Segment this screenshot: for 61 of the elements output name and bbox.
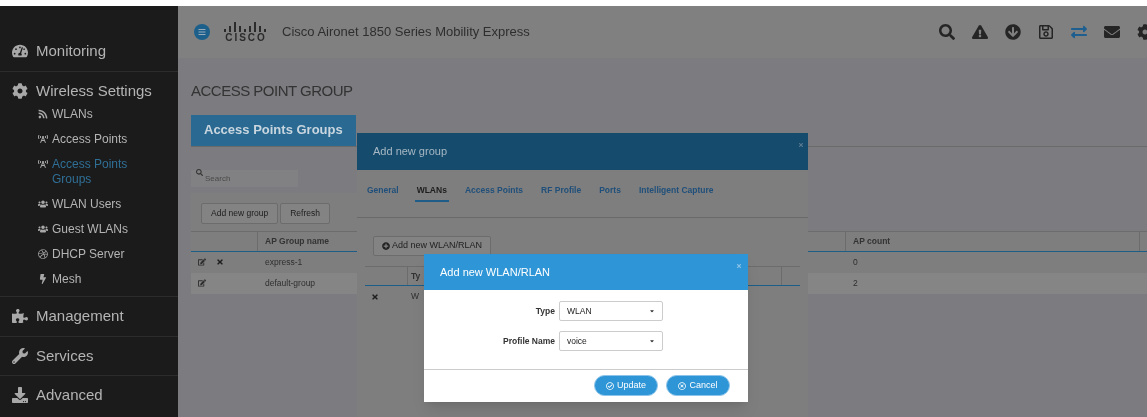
caret-icon [649, 308, 655, 314]
gear-icon [12, 82, 28, 99]
sidebar-item[interactable]: WLAN Users [52, 197, 152, 212]
sidebar-item[interactable]: Access Points [52, 132, 152, 147]
search-icon[interactable] [939, 24, 955, 40]
dialog-title: Add new group [373, 144, 447, 160]
save-icon[interactable] [1038, 24, 1054, 40]
edit-icon[interactable] [198, 279, 206, 287]
toolbar-button[interactable]: Refresh [280, 202, 330, 224]
table-cell: default-group [265, 277, 316, 288]
sidebar-item[interactable]: Advanced [36, 384, 103, 407]
sidebar-item[interactable]: Guest WLANs [52, 222, 152, 237]
table-cell: 2 [853, 277, 858, 288]
delete-icon[interactable] [371, 292, 379, 301]
sidebar-item[interactable]: Management [36, 305, 124, 328]
column-header: AP count [853, 234, 891, 248]
wifi-icon [38, 109, 48, 119]
field-label: Type [534, 304, 555, 318]
users-icon [38, 224, 48, 234]
menu-icon [198, 28, 206, 36]
check-icon [606, 381, 614, 390]
puzzle-icon [12, 308, 28, 325]
select-field[interactable]: voice [559, 331, 663, 351]
dialog-title: Add new WLAN/RLAN [440, 264, 551, 280]
users-icon [38, 199, 48, 209]
mail-icon[interactable] [1104, 24, 1120, 40]
toolbar-button[interactable]: Add new group [201, 202, 279, 224]
table-cell: W [411, 291, 420, 302]
bolt-icon [38, 274, 48, 284]
wrench-icon [12, 347, 28, 364]
close-icon [678, 381, 687, 390]
sidebar-item[interactable]: WLANs [52, 107, 152, 122]
app-title: Cisco Aironet 1850 Series Mobility Express [282, 23, 530, 42]
field-label: Profile Name [502, 334, 555, 348]
gauge-icon [12, 43, 28, 60]
plus-icon [382, 242, 390, 250]
page-title: ACCESS POINT GROUP [191, 81, 354, 101]
add-wlan-button[interactable]: Add new WLAN/RLAN [373, 236, 492, 256]
table-cell: 0 [853, 256, 858, 267]
table-cell: express-1 [265, 256, 303, 267]
sidebar-item[interactable]: Wireless Settings [36, 79, 152, 102]
column-header: Ty [411, 269, 421, 283]
sidebar-item[interactable]: DHCP Server [52, 247, 152, 262]
sidebar-item[interactable]: Services [36, 344, 94, 367]
sidebar-item[interactable]: Monitoring [36, 40, 107, 63]
antenna-icon [38, 159, 48, 169]
caret-icon [649, 338, 655, 344]
warning-icon[interactable] [972, 24, 988, 40]
select-field[interactable]: WLAN [559, 301, 663, 321]
logo-text: CISCO [225, 31, 267, 43]
edit-icon[interactable] [198, 258, 206, 266]
column-header: AP Group name [265, 234, 330, 248]
download-icon [12, 387, 28, 404]
download-icon[interactable] [1005, 24, 1021, 40]
antenna-icon [38, 134, 48, 144]
search-icon [196, 168, 203, 176]
sidebar-item[interactable]: Mesh [52, 272, 152, 287]
tab[interactable]: Access Points Groups [191, 114, 356, 146]
tab[interactable]: WLANs [414, 184, 449, 202]
delete-icon[interactable] [216, 258, 224, 266]
menu-button[interactable] [194, 24, 210, 40]
